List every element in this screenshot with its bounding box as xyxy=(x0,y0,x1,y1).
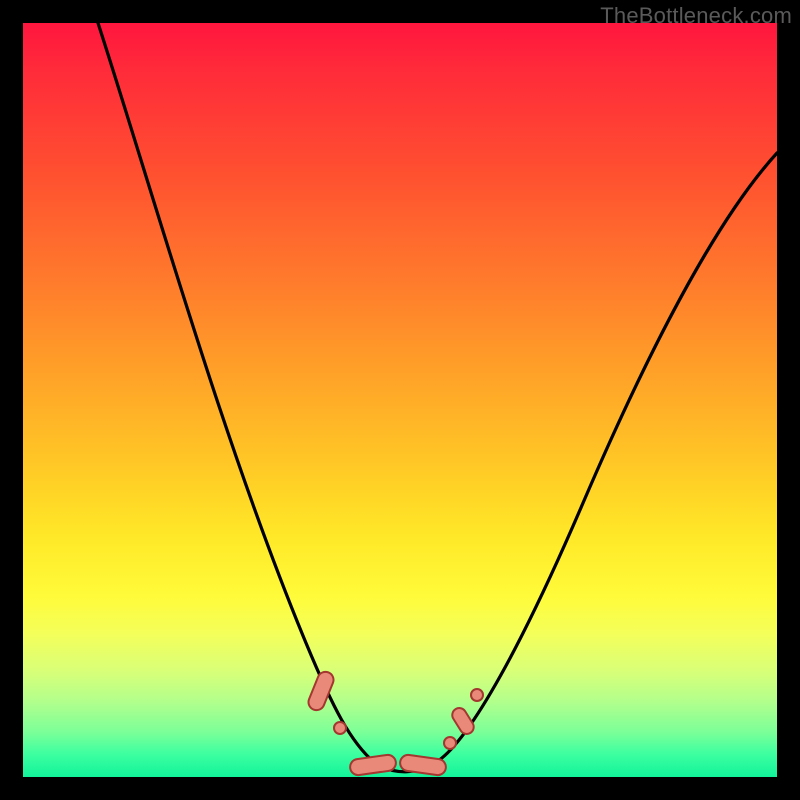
marker-dot xyxy=(334,722,346,734)
plot-area xyxy=(23,23,777,777)
watermark-text: TheBottleneck.com xyxy=(600,3,792,29)
curve-markers xyxy=(306,669,483,776)
bottleneck-curve-svg xyxy=(23,23,777,777)
marker-capsule xyxy=(349,754,397,776)
marker-capsule xyxy=(306,669,336,712)
marker-dot xyxy=(471,689,483,701)
chart-frame: TheBottleneck.com xyxy=(0,0,800,800)
marker-capsule xyxy=(450,705,477,736)
bottleneck-curve xyxy=(98,23,777,772)
marker-dot xyxy=(444,737,456,749)
